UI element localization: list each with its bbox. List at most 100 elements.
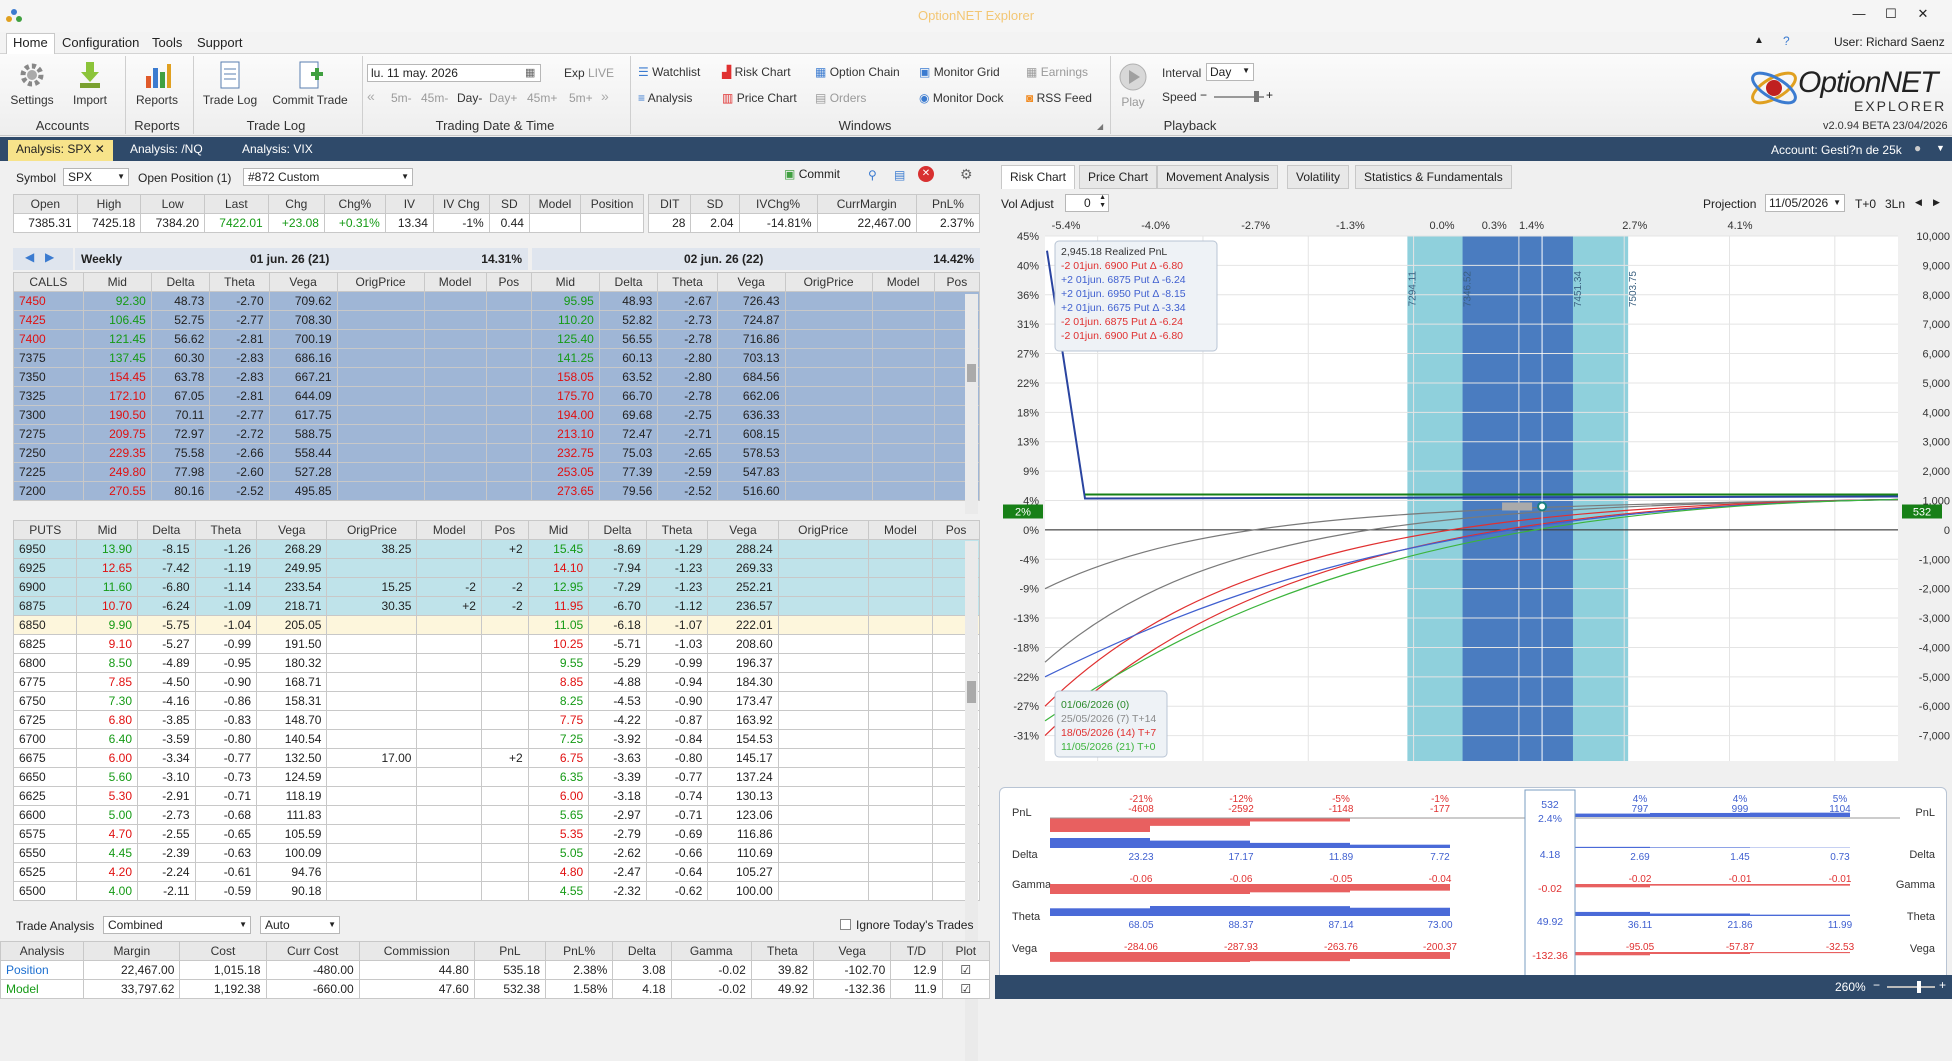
model-cell[interactable]: -2 [417,578,481,597]
origprice-cell[interactable] [327,787,417,806]
origprice-cell[interactable] [778,597,868,616]
watchlist-button[interactable]: ☰ Watchlist [638,65,700,79]
mid-cell[interactable]: 10.70 [77,597,138,616]
origprice-cell[interactable] [785,463,872,482]
mid-cell[interactable]: 209.75 [83,425,151,444]
model-cell[interactable] [417,844,481,863]
model-cell[interactable] [872,387,934,406]
model-cell[interactable] [868,692,932,711]
pos-cell[interactable] [481,825,528,844]
origprice-cell[interactable] [785,425,872,444]
table-row[interactable]: 7400121.4556.62-2.81700.19125.4056.55-2.… [14,330,980,349]
step-45m-back[interactable]: 45m- [421,91,448,105]
origprice-cell[interactable] [778,692,868,711]
mid-cell[interactable]: 125.40 [531,330,599,349]
model-cell[interactable] [417,654,481,673]
table-row[interactable]: 7275209.7572.97-2.72588.75213.1072.47-2.… [14,425,980,444]
origprice-cell[interactable] [778,730,868,749]
import-button[interactable]: Import [70,60,110,116]
origprice-cell[interactable] [778,635,868,654]
mid-cell[interactable]: 4.70 [77,825,138,844]
mid-cell[interactable]: 4.55 [528,882,589,901]
origprice-cell[interactable]: 17.00 [327,749,417,768]
mid-cell[interactable]: 92.30 [83,292,151,311]
origprice-cell[interactable] [778,825,868,844]
origprice-cell[interactable] [327,559,417,578]
step-5m-back[interactable]: 5m- [391,91,412,105]
model-cell[interactable] [417,825,481,844]
model-cell[interactable] [868,825,932,844]
delete-icon[interactable]: ✕ [918,166,934,182]
model-cell[interactable] [417,559,481,578]
origprice-cell[interactable] [778,673,868,692]
mid-cell[interactable]: 5.35 [528,825,589,844]
mid-cell[interactable]: 6.75 [528,749,589,768]
table-row[interactable]: 68259.10-5.27-0.99191.5010.25-5.71-1.032… [14,635,980,654]
zoom-icon[interactable]: ⚲ [868,168,877,182]
monitor-grid-button[interactable]: ▣ Monitor Grid [919,65,1000,79]
trade-log-button[interactable]: Trade Log [200,60,260,116]
origprice-cell[interactable] [327,692,417,711]
mid-cell[interactable]: 8.25 [528,692,589,711]
close-icon[interactable]: ✕ [95,142,105,156]
plot-checkbox[interactable]: ☑ [942,980,989,999]
mid-cell[interactable]: 232.75 [531,444,599,463]
tab-analysis-nq[interactable]: Analysis: /NQ [122,140,211,161]
model-cell[interactable] [872,463,934,482]
table-row[interactable]: 67006.40-3.59-0.80140.547.25-3.92-0.8415… [14,730,980,749]
price-chart-button[interactable]: ▥ Price Chart [722,91,797,105]
table-row[interactable]: 7225249.8077.98-2.60527.28253.0577.39-2.… [14,463,980,482]
risk-chart-button[interactable]: ▟ Risk Chart [722,65,791,79]
pos-cell[interactable] [486,330,531,349]
pos-cell[interactable] [486,368,531,387]
settings-button[interactable]: Settings [10,60,54,116]
model-cell[interactable] [417,730,481,749]
trade-analysis-mode-select[interactable]: Combined▼ [103,916,251,934]
menu-tools[interactable]: Tools [152,35,182,50]
mid-cell[interactable]: 141.25 [531,349,599,368]
model-cell[interactable] [417,787,481,806]
origprice-cell[interactable] [778,616,868,635]
mid-cell[interactable]: 137.45 [83,349,151,368]
pos-cell[interactable] [486,387,531,406]
origprice-cell[interactable] [785,349,872,368]
mid-cell[interactable]: 9.55 [528,654,589,673]
mid-cell[interactable]: 6.40 [77,730,138,749]
mid-cell[interactable]: 14.10 [528,559,589,578]
menu-support[interactable]: Support [197,35,243,50]
pos-cell[interactable] [481,711,528,730]
model-cell[interactable] [417,768,481,787]
origprice-cell[interactable] [327,825,417,844]
mid-cell[interactable]: 11.95 [528,597,589,616]
mid-cell[interactable]: 229.35 [83,444,151,463]
table-row[interactable]: 65504.45-2.39-0.63100.095.05-2.62-0.6611… [14,844,980,863]
model-cell[interactable] [872,425,934,444]
monitor-dock-button[interactable]: ◉ Monitor Dock [919,91,1004,105]
model-cell[interactable]: +2 [417,597,481,616]
origprice-cell[interactable] [327,711,417,730]
model-cell[interactable] [868,540,932,559]
model-cell[interactable] [868,749,932,768]
commit-trade-button[interactable]: Commit Trade [268,60,352,116]
mid-cell[interactable]: 121.45 [83,330,151,349]
pos-cell[interactable] [486,406,531,425]
model-cell[interactable] [868,806,932,825]
model-cell[interactable] [424,349,486,368]
mid-cell[interactable]: 9.90 [77,616,138,635]
origprice-cell[interactable] [337,444,424,463]
table-row[interactable]: 695013.90-8.15-1.26268.2938.25+215.45-8.… [14,540,980,559]
help-icon[interactable]: ? [1783,34,1790,48]
model-cell[interactable] [872,482,934,501]
mid-cell[interactable]: 7.25 [528,730,589,749]
model-cell[interactable] [424,387,486,406]
step-back-icon[interactable]: « [367,88,375,104]
origprice-cell[interactable] [327,616,417,635]
table-row[interactable]: 7425106.4552.75-2.77708.30110.2052.82-2.… [14,311,980,330]
model-cell[interactable] [868,597,932,616]
origprice-cell[interactable]: 38.25 [327,540,417,559]
collapse-ribbon-icon[interactable]: ▲ [1754,35,1764,46]
mid-cell[interactable]: 95.95 [531,292,599,311]
model-cell[interactable] [417,882,481,901]
table-row[interactable]: 66255.30-2.91-0.71118.196.00-3.18-0.7413… [14,787,980,806]
pos-cell[interactable] [481,654,528,673]
